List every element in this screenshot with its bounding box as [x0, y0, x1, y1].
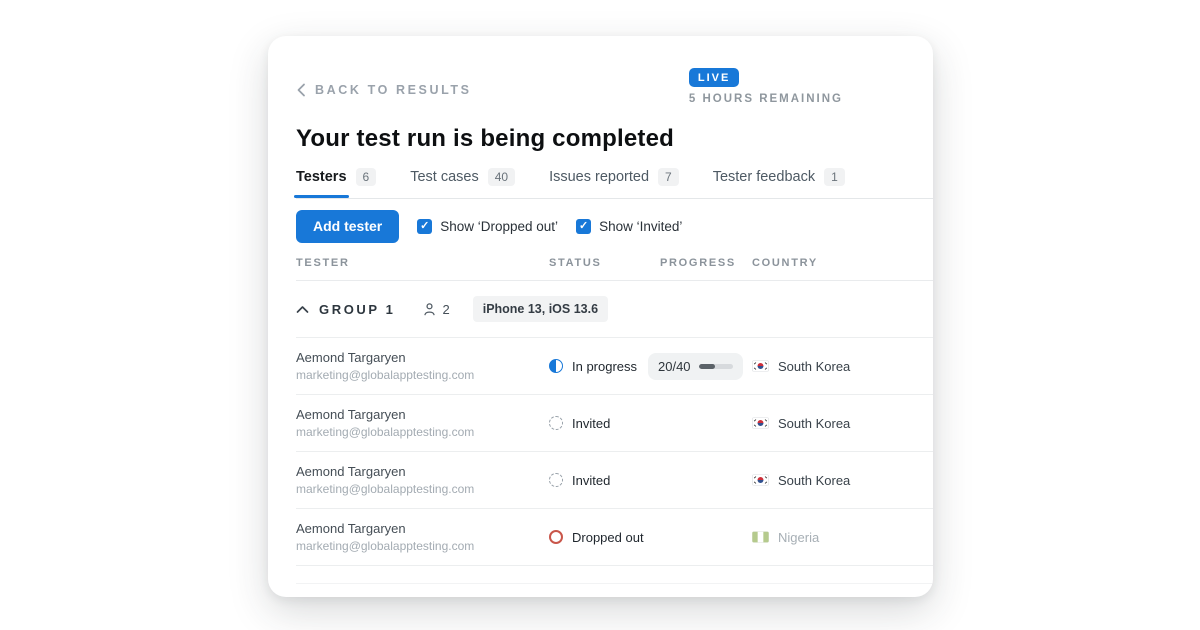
- tab-test-cases[interactable]: Test cases 40: [410, 168, 515, 198]
- country-label: Nigeria: [778, 530, 819, 545]
- country-label: South Korea: [778, 416, 850, 431]
- group-row: GROUP 1 2 iPhone 13, iOS 13.6: [296, 281, 933, 338]
- south-korea-flag-icon: [752, 360, 769, 372]
- tester-name: Aemond Targaryen: [296, 521, 549, 536]
- country-label: South Korea: [778, 359, 850, 374]
- back-to-results-link[interactable]: BACK TO RESULTS: [296, 74, 472, 105]
- tab-label: Tester feedback: [713, 169, 815, 185]
- status-label: Invited: [572, 416, 610, 431]
- status-label: Dropped out: [572, 530, 644, 545]
- tester-name: Aemond Targaryen: [296, 350, 549, 365]
- tab-label: Test cases: [410, 169, 479, 185]
- tester-email: marketing@globalapptesting.com: [296, 539, 549, 553]
- tester-email: marketing@globalapptesting.com: [296, 482, 549, 496]
- tab-tester-feedback[interactable]: Tester feedback 1: [713, 168, 845, 198]
- tab-testers[interactable]: Testers 6: [296, 168, 376, 198]
- country-label: South Korea: [778, 473, 850, 488]
- checkbox-label: Show ‘Invited’: [599, 219, 682, 234]
- column-header-tester: TESTER: [296, 257, 549, 269]
- invited-icon: [549, 416, 563, 430]
- tab-count-badge: 6: [356, 168, 377, 186]
- live-status-block: LIVE 5 HOURS REMAINING: [689, 68, 843, 105]
- table-row: Aemond Targaryen marketing@globalapptest…: [296, 452, 933, 509]
- checkbox-checked-icon[interactable]: [576, 219, 591, 234]
- filter-show-dropped-out[interactable]: Show ‘Dropped out’: [417, 219, 558, 234]
- page-title: Your test run is being completed: [296, 125, 933, 153]
- chevron-left-icon: [296, 83, 306, 97]
- tab-count-badge: 7: [658, 168, 679, 186]
- tab-issues-reported[interactable]: Issues reported 7: [549, 168, 679, 198]
- dropped-out-icon: [549, 530, 563, 544]
- clipped-next-row: [296, 566, 933, 584]
- progress-pill: 20/40: [648, 353, 743, 380]
- group-members: 2: [422, 302, 449, 317]
- add-tester-button[interactable]: Add tester: [296, 210, 399, 243]
- invited-icon: [549, 473, 563, 487]
- tab-label: Issues reported: [549, 169, 649, 185]
- tester-name: Aemond Targaryen: [296, 464, 549, 479]
- back-link-label: BACK TO RESULTS: [315, 83, 472, 97]
- column-header-country: COUNTRY: [752, 257, 933, 269]
- live-badge: LIVE: [689, 68, 739, 87]
- tab-count-badge: 1: [824, 168, 845, 186]
- tab-count-badge: 40: [488, 168, 515, 186]
- device-badge: iPhone 13, iOS 13.6: [473, 296, 608, 322]
- checkbox-label: Show ‘Dropped out’: [440, 219, 558, 234]
- time-remaining: 5 HOURS REMAINING: [689, 93, 843, 105]
- group-label: GROUP 1: [319, 302, 395, 317]
- group-member-count: 2: [442, 302, 449, 317]
- column-header-progress: PROGRESS: [648, 257, 752, 269]
- in-progress-icon: [549, 359, 563, 373]
- progress-count: 20/40: [658, 359, 691, 374]
- status-label: In progress: [572, 359, 637, 374]
- tester-email: marketing@globalapptesting.com: [296, 368, 549, 382]
- table-row: Aemond Targaryen marketing@globalapptest…: [296, 395, 933, 452]
- table-row: Aemond Targaryen marketing@globalapptest…: [296, 338, 933, 395]
- tester-name: Aemond Targaryen: [296, 407, 549, 422]
- tester-email: marketing@globalapptesting.com: [296, 425, 549, 439]
- south-korea-flag-icon: [752, 417, 769, 429]
- tab-label: Testers: [296, 169, 347, 185]
- topbar: BACK TO RESULTS LIVE 5 HOURS REMAINING: [296, 36, 933, 105]
- column-header-status: STATUS: [549, 257, 648, 269]
- person-icon: [422, 302, 437, 317]
- table-header-row: TESTER STATUS PROGRESS COUNTRY: [296, 251, 933, 281]
- status-label: Invited: [572, 473, 610, 488]
- tab-bar: Testers 6 Test cases 40 Issues reported …: [296, 168, 933, 199]
- nigeria-flag-icon: [752, 531, 769, 543]
- filter-show-invited[interactable]: Show ‘Invited’: [576, 219, 682, 234]
- south-korea-flag-icon: [752, 474, 769, 486]
- table-controls: Add tester Show ‘Dropped out’ Show ‘Invi…: [296, 209, 933, 243]
- table-row: Aemond Targaryen marketing@globalapptest…: [296, 509, 933, 566]
- checkbox-checked-icon[interactable]: [417, 219, 432, 234]
- progress-bar: [699, 364, 733, 369]
- test-run-card: BACK TO RESULTS LIVE 5 HOURS REMAINING Y…: [268, 36, 933, 597]
- chevron-up-icon[interactable]: [296, 305, 309, 314]
